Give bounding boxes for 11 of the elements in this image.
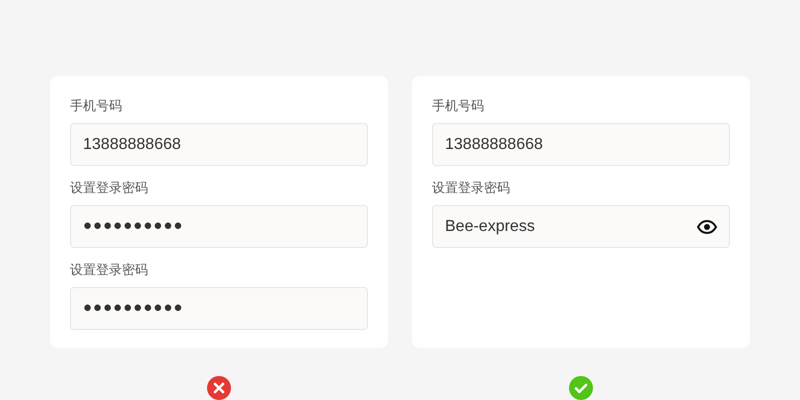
field-label: 设置登录密码	[70, 261, 148, 279]
input-field[interactable]: 13888888668	[432, 123, 730, 166]
field-label: 手机号码	[432, 97, 484, 115]
field-label: 设置登录密码	[432, 179, 510, 197]
eye-icon[interactable]	[697, 220, 717, 234]
field-label: 设置登录密码	[70, 179, 148, 197]
input-field[interactable]: 13888888668	[70, 123, 368, 166]
field-label: 手机号码	[70, 97, 122, 115]
input-field[interactable]: ●●●●●●●●●●	[70, 287, 368, 330]
input-field[interactable]: Bee-express	[432, 205, 730, 248]
input-field[interactable]: ●●●●●●●●●●	[70, 205, 368, 248]
